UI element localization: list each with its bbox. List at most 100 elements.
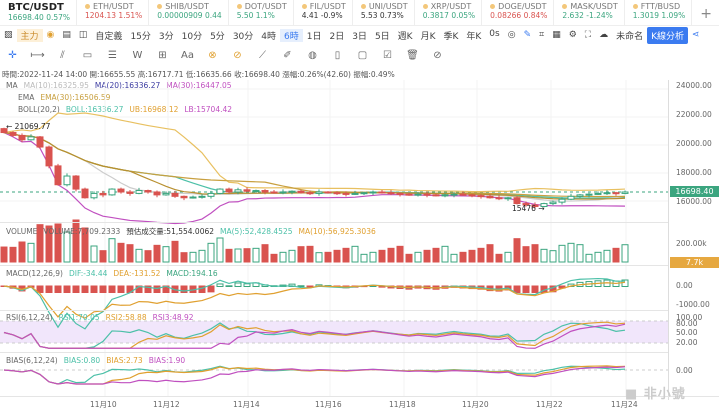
volume-bar [594,251,602,263]
candle [477,195,485,198]
candle [396,192,404,195]
volume-bar [270,253,278,263]
volume-bar [468,249,476,263]
candle [18,134,26,141]
macd-bar [81,285,89,293]
volume-bar [531,244,539,263]
volume-bar [387,247,395,263]
bias-label[interactable]: BIAS(6,12,24) [6,356,58,365]
candle [594,192,602,195]
rsi-tick: 20.00 [676,338,698,347]
macd-label[interactable]: MACD(12,26,9) [6,269,63,278]
candle [153,191,161,196]
volume-bar [243,248,251,263]
volume-bar [306,245,314,263]
candle [369,191,377,194]
volume-bar [603,249,611,263]
volume-bar [450,253,458,263]
candle [333,192,341,195]
candle [378,191,386,194]
volume-bar [459,251,467,263]
macd-value: MACD:194.16 [166,269,218,278]
candle [135,190,143,194]
volume-bar [522,246,530,263]
candle [432,194,440,197]
time-tick: 11月16 [315,400,342,409]
candle [288,190,296,193]
candle [279,191,287,194]
volume-bar [117,242,125,263]
volume-tick: 200.00k [676,239,707,248]
candle [297,190,305,194]
rsi-tick: 50.00 [676,328,698,337]
volume-bar [216,237,224,263]
bias1-value: BIAS:0.80 [63,356,101,365]
candle [99,192,107,196]
macd-bar [99,285,107,293]
candle [603,192,611,195]
price-tick: 20000.00 [676,139,712,149]
time-tick: 11月10 [90,400,117,409]
price-tick: 16000.00 [676,197,712,207]
volume-bar [378,249,386,263]
candle [270,191,278,194]
volume-bar [441,245,449,263]
rsi-tick: 80.00 [676,319,698,328]
macd-bar [63,285,71,293]
low-price-marker: 15476 → [512,204,545,213]
candle [495,197,503,200]
candle [189,196,197,199]
volume-bar [252,247,260,263]
current-price-tag: 16698.40 [670,186,719,197]
volume-bar [0,246,8,263]
candle [144,190,152,193]
rsi-label[interactable]: RSI(6,12,24) [6,313,53,322]
candle [612,192,620,195]
macd-bar [513,285,521,293]
candle [324,191,332,194]
candle [36,136,44,148]
volume-bar [504,251,512,263]
volume-bar [558,244,566,263]
macd-tick: -1000.00 [676,300,710,309]
candle [315,191,323,194]
volume-bar [513,238,521,263]
macd-bar [297,285,305,287]
macd-bar [243,283,251,287]
candle [108,188,116,196]
macd-bar [45,285,53,293]
time-tick: 11月20 [462,400,489,409]
candle [405,193,413,196]
watermark-logo: ■ 非小號 [625,387,686,402]
vol-ma10: MA(10):56,925.3036 [298,227,376,236]
candle [126,191,134,194]
candle [216,188,224,194]
volume-bar [540,248,548,263]
candle [576,194,584,197]
candle [459,193,467,196]
candle [585,193,593,196]
candle [45,146,53,167]
bias-legend: BIAS(6,12,24) BIAS:0.80 BIAS:2.73 BIAS:1.90 [6,356,191,365]
candle [549,201,557,205]
volume-bar [234,248,242,263]
volume-bar [135,248,143,263]
chart-canvas[interactable] [0,0,668,400]
candle [225,188,233,193]
volume-bar [297,246,305,263]
volume-bar [477,247,485,263]
volume-label[interactable]: VOLUME [6,227,37,236]
panel-divider [0,310,668,311]
est-volume: 預估成交量:51,554.0062 [126,227,215,236]
volume-bar [432,247,440,263]
price-tick: 24000.00 [676,81,712,91]
candle [414,193,422,196]
add-ticker-button[interactable]: + [692,0,719,25]
macd-bar [216,283,224,288]
volume-bar [153,244,161,263]
volume-bar [342,247,350,263]
share-icon[interactable]: ⋖ [688,30,704,40]
volume-bar [369,251,377,263]
volume-bar [576,244,584,263]
dif-value: DIF:-34.44 [68,269,108,278]
